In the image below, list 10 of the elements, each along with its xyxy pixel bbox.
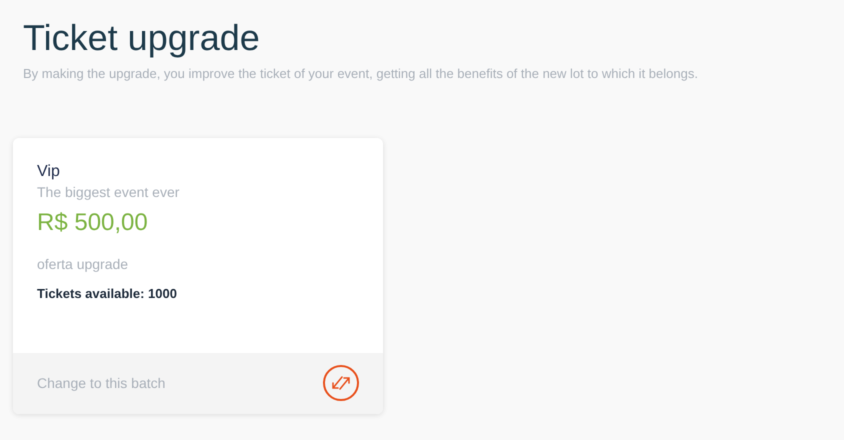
tickets-available: Tickets available: 1000 (37, 284, 177, 302)
lot-name: Vip (37, 162, 60, 182)
page-title: Ticket upgrade (23, 16, 260, 60)
lot-description: The biggest event ever (37, 182, 180, 202)
offer-label: oferta upgrade (37, 254, 128, 274)
page-description: By making the upgrade, you improve the ticket of your event, getting all the benefits of the new lot to which it belongs. (23, 65, 699, 83)
action-label: Change to this batch (37, 374, 166, 393)
lot-price: R$ 500,00 (37, 208, 148, 238)
swap-button[interactable] (323, 365, 359, 401)
swap-arrows-icon (331, 375, 351, 391)
